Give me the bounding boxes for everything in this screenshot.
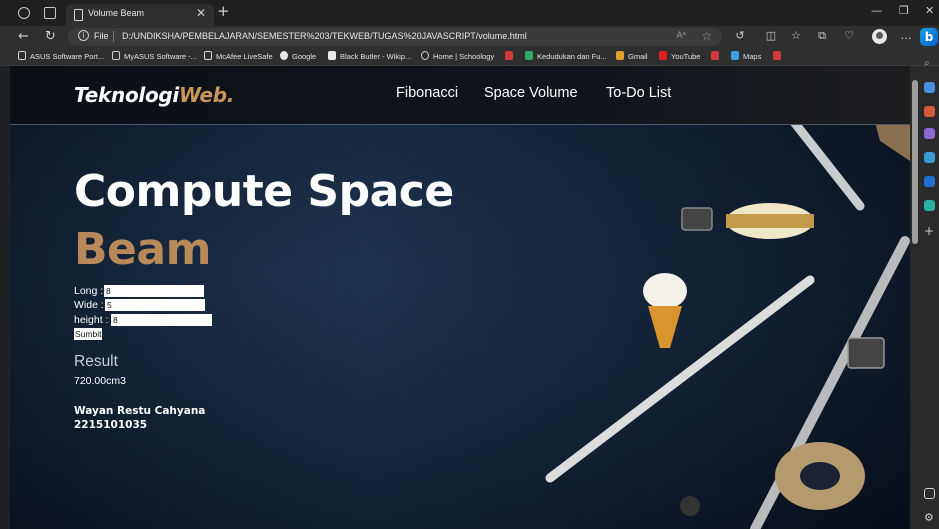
browser-window: Volume Beam ✕ + — ❐ ✕ ← ↻ i File D:/UNDI…: [0, 0, 939, 529]
page-viewport: TeknologiWeb. Fibonacci Space Volume To-…: [10, 66, 910, 529]
more-menu-icon[interactable]: …: [900, 30, 912, 42]
bookmark-black-butler[interactable]: Black Butler - Wikip...: [328, 51, 411, 61]
shopping-icon[interactable]: [924, 106, 935, 117]
height-label: height :: [74, 314, 109, 326]
wide-row: Wide :: [74, 299, 205, 311]
file-label: File: [94, 31, 109, 41]
profile-avatar[interactable]: [872, 29, 887, 44]
page-icon: [74, 9, 83, 21]
bookmark-myasus[interactable]: MyASUS Software -...: [112, 51, 197, 61]
edge-sidebar: ⌕ + ⚙: [920, 58, 939, 529]
back-icon[interactable]: ←: [18, 29, 29, 44]
page-icon: [204, 51, 212, 60]
url-text[interactable]: D:/UNDIKSHA/PEMBELAJARAN/SEMESTER%203/TE…: [122, 31, 527, 41]
tab-actions-icon[interactable]: [44, 7, 56, 19]
bookmarks-bar: ASUS Software Port... MyASUS Software -.…: [0, 48, 939, 66]
wikipedia-icon: [328, 51, 336, 60]
pdf-icon: [773, 51, 781, 60]
nav-link-space-volume[interactable]: Space Volume: [484, 85, 578, 101]
refresh-icon[interactable]: ↻: [45, 29, 56, 44]
sheet-icon: [525, 51, 533, 60]
pdf-icon: [711, 51, 719, 60]
height-input[interactable]: [111, 314, 212, 326]
youtube-icon: [659, 51, 667, 60]
long-row: Long :: [74, 285, 204, 297]
address-bar[interactable]: i File D:/UNDIKSHA/PEMBELAJARAN/SEMESTER…: [68, 28, 722, 46]
author-id: 2215101035: [74, 419, 148, 431]
search-icon[interactable]: ⌕: [924, 58, 935, 69]
author-info: Wayan Restu Cahyana 2215101035: [74, 404, 205, 432]
refresh-extension-icon[interactable]: ↺: [734, 30, 746, 42]
stationery-photo: [10, 66, 910, 529]
maps-icon: [731, 51, 739, 60]
site-header: TeknologiWeb. Fibonacci Space Volume To-…: [10, 66, 910, 125]
wide-input[interactable]: [105, 299, 205, 311]
browser-essentials-icon[interactable]: ♡: [843, 30, 855, 42]
favorites-icon[interactable]: ☆: [790, 30, 802, 42]
bookmark-kedudukan[interactable]: Kedudukan dan Fu...: [525, 51, 607, 61]
hero-title: Compute Space: [74, 166, 454, 217]
minimize-icon[interactable]: —: [871, 4, 882, 17]
long-label: Long :: [74, 285, 104, 297]
bookmark-asus-software-portal[interactable]: ASUS Software Port...: [18, 51, 104, 61]
gmail-icon: [616, 51, 624, 60]
bookmark-mcafee[interactable]: McAfee LiveSafe: [204, 51, 273, 61]
nav-link-todo-list[interactable]: To-Do List: [606, 85, 671, 101]
tab-bar: Volume Beam ✕ + — ❐ ✕: [0, 0, 939, 26]
workspaces-icon[interactable]: [18, 7, 30, 19]
submit-button[interactable]: Sumbit: [74, 328, 103, 340]
hero-subtitle: Beam: [74, 224, 211, 275]
new-tab-button[interactable]: +: [217, 2, 230, 20]
result-label: Result: [74, 353, 118, 370]
tab-volume-beam[interactable]: Volume Beam ✕: [66, 4, 214, 26]
site-logo[interactable]: TeknologiWeb.: [74, 83, 234, 107]
pdf-icon: [505, 51, 513, 60]
close-tab-icon[interactable]: ✕: [196, 6, 206, 20]
discover-icon[interactable]: [924, 82, 935, 93]
result-value: 720.00cm3: [74, 375, 126, 387]
schoology-icon: [421, 51, 429, 60]
bookmark-youtube[interactable]: YouTube: [659, 51, 700, 61]
scrollbar-thumb[interactable]: [912, 80, 918, 244]
bookmark-schoology[interactable]: Home | Schoology: [421, 51, 494, 61]
google-icon: [280, 51, 288, 60]
close-window-icon[interactable]: ✕: [925, 4, 934, 17]
bookmark-google[interactable]: Google: [280, 51, 316, 61]
nav-link-fibonacci[interactable]: Fibonacci: [396, 85, 458, 101]
split-screen-icon[interactable]: ◫: [765, 30, 777, 42]
bookmark-pdf[interactable]: [505, 51, 517, 61]
long-input[interactable]: [104, 285, 204, 297]
tab-title: Volume Beam: [88, 8, 145, 18]
collections-icon[interactable]: ⧉: [816, 30, 828, 42]
info-icon[interactable]: i: [78, 30, 89, 41]
sidebar-toggle-icon[interactable]: [924, 488, 935, 499]
favorite-star-icon[interactable]: ☆: [701, 29, 712, 43]
wide-label: Wide :: [74, 299, 104, 311]
bookmark-maps[interactable]: Maps: [731, 51, 761, 61]
divider: [113, 31, 114, 42]
outlook-icon[interactable]: [924, 176, 935, 187]
restore-icon[interactable]: ❐: [899, 4, 909, 17]
bookmark-gmail[interactable]: Gmail: [616, 51, 648, 61]
send-icon[interactable]: [924, 200, 935, 211]
page-icon: [112, 51, 120, 60]
bookmark-pdf-3[interactable]: [773, 51, 785, 61]
copilot-icon[interactable]: b: [920, 28, 938, 46]
add-icon[interactable]: +: [924, 225, 935, 237]
games-icon[interactable]: [924, 152, 935, 163]
page-scrollbar[interactable]: [910, 66, 920, 529]
height-row: height :: [74, 314, 212, 326]
read-aloud-icon[interactable]: Aᵃ: [676, 31, 686, 41]
author-name: Wayan Restu Cahyana: [74, 405, 206, 417]
tools-icon[interactable]: [924, 128, 935, 139]
settings-gear-icon[interactable]: ⚙: [924, 512, 935, 523]
page-icon: [18, 51, 26, 60]
bookmark-pdf-2[interactable]: [711, 51, 723, 61]
address-bar-row: ← ↻ i File D:/UNDIKSHA/PEMBELAJARAN/SEME…: [0, 26, 939, 48]
